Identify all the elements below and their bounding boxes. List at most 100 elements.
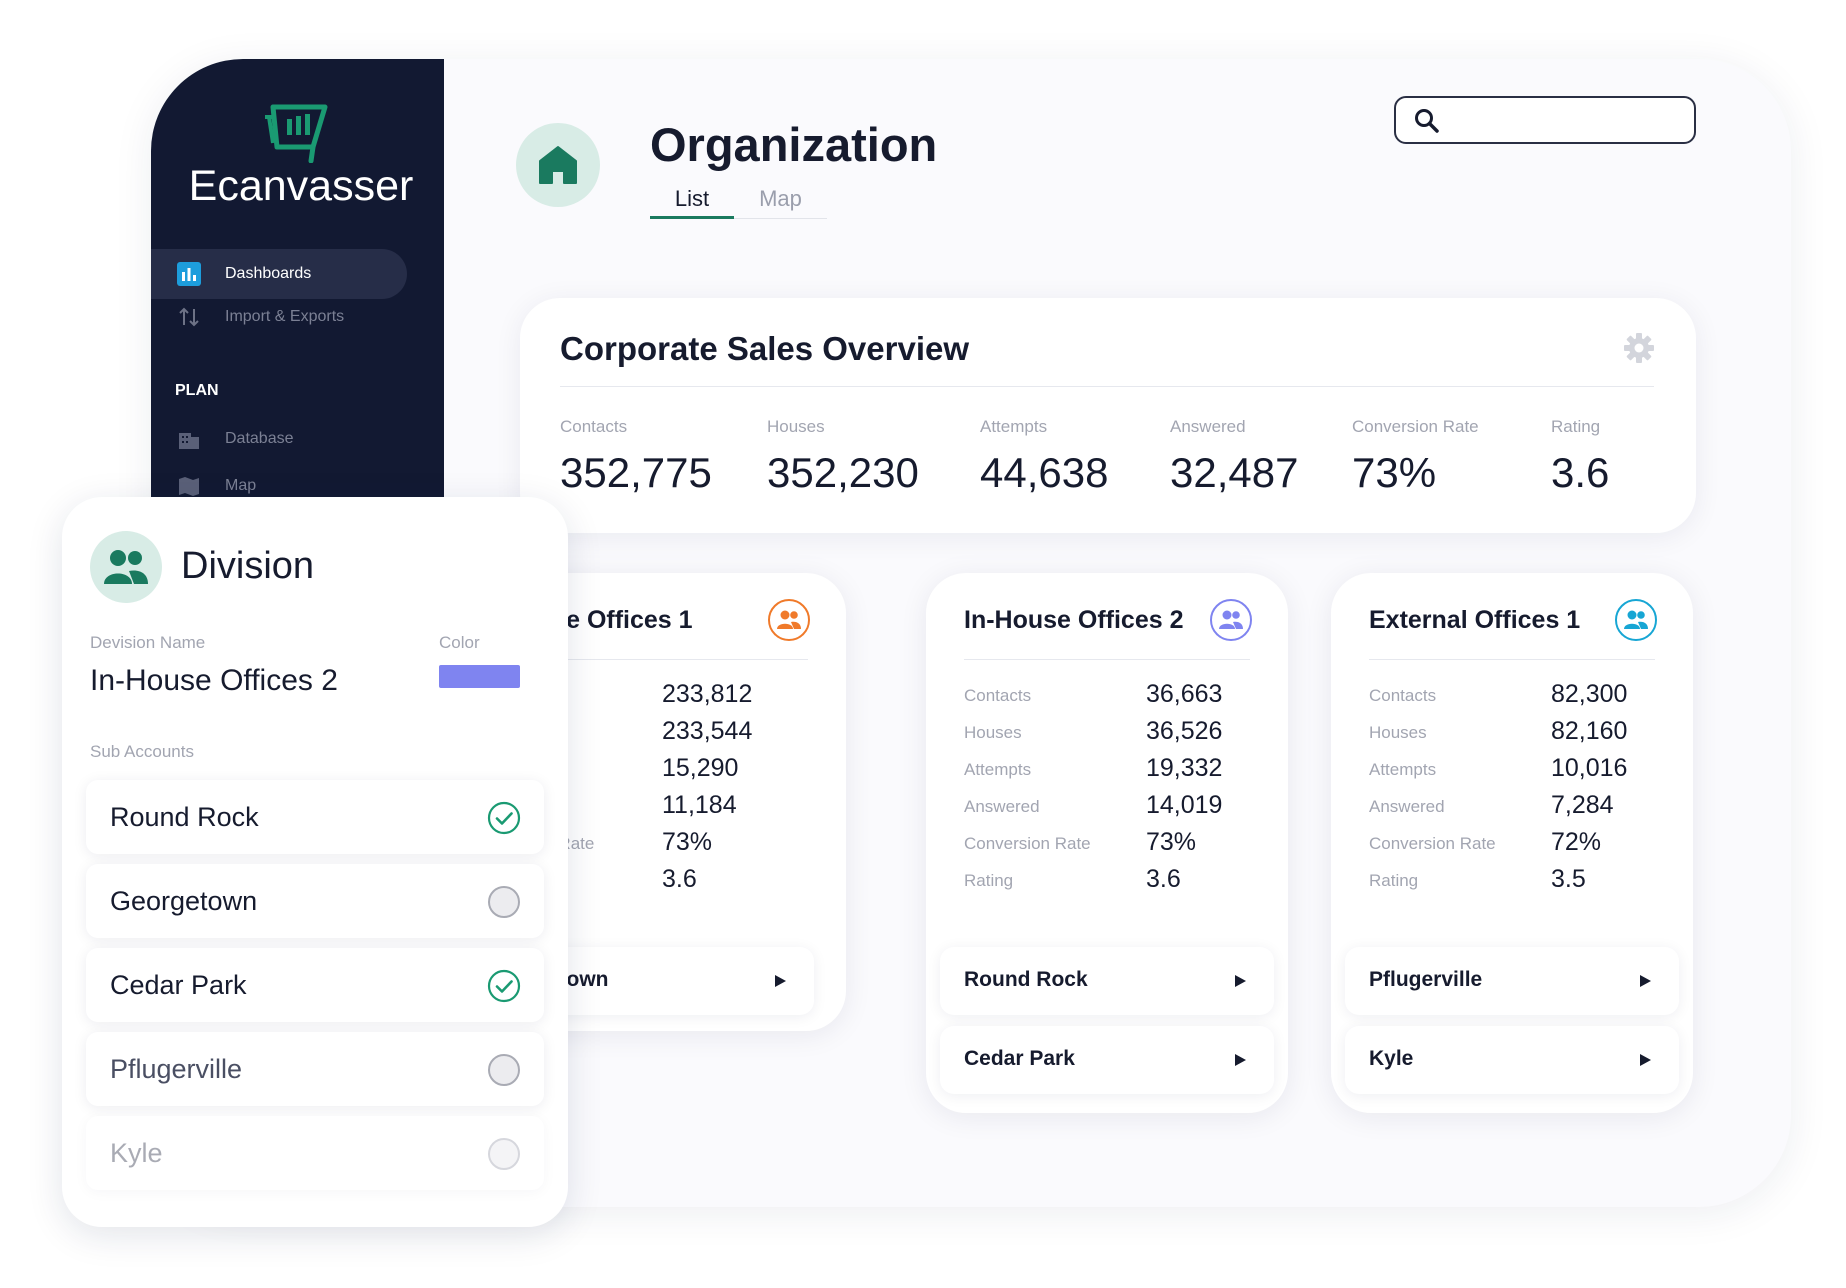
sub-accounts-label: Sub Accounts (90, 742, 194, 761)
check-circle-icon[interactable] (487, 801, 521, 835)
metric-label: Attempts (1369, 760, 1437, 779)
metric-value: 72% (1551, 828, 1602, 856)
sub-account-label: Cedar Park (964, 1047, 1075, 1070)
metric-value: 3.6 (1146, 865, 1181, 893)
account-label: Georgetown (110, 886, 258, 916)
sub-account-row-cedar-park[interactable]: Cedar Park (940, 1026, 1274, 1094)
metric-label: Houses (964, 723, 1022, 742)
sidebar-item-label: Database (225, 430, 294, 447)
play-arrow-icon (1640, 975, 1651, 987)
division-name-label: Devision Name (90, 633, 206, 652)
sidebar-item-label: Map (225, 477, 257, 494)
metric-value: 14,019 (1146, 791, 1223, 819)
search-box[interactable] (1394, 96, 1696, 144)
office-card-in-house-2: In-House Offices 2 Contacts 36,663 House… (926, 573, 1288, 1113)
search-icon (1415, 109, 1439, 133)
metric-value: 15,290 (662, 754, 739, 782)
sidebar-item-import-exports[interactable]: Import & Exports (151, 292, 407, 342)
metric-value: 3.6 (662, 865, 697, 893)
stat-houses: Houses 352,230 (767, 417, 919, 497)
metric-value: 36,526 (1146, 717, 1223, 745)
stat-label: Answered (1170, 417, 1246, 436)
account-label: Round Rock (110, 802, 259, 832)
sidebar-section-plan: PLAN (175, 382, 219, 399)
stat-value: 352,775 (560, 449, 712, 496)
stat-label: Houses (767, 417, 825, 436)
division-avatar (90, 531, 162, 603)
search-input[interactable] (1452, 104, 1682, 136)
metric-value: 233,812 (662, 680, 753, 708)
account-row-cedar-park[interactable]: Cedar Park (86, 948, 544, 1022)
empty-circle-icon[interactable] (487, 885, 521, 919)
metric-label: Answered (964, 797, 1040, 816)
team-icon (1210, 599, 1252, 641)
empty-circle-icon[interactable] (487, 1053, 521, 1087)
sub-account-row-kyle[interactable]: Kyle (1345, 1026, 1679, 1094)
logo-icon (265, 104, 328, 163)
account-row-round-rock[interactable]: Round Rock (86, 780, 544, 854)
gear-icon[interactable] (1623, 332, 1655, 364)
sub-account-label: Kyle (1369, 1047, 1414, 1070)
metric-label: Answered (1369, 797, 1445, 816)
organization-avatar (516, 123, 600, 207)
account-label: Cedar Park (110, 970, 247, 1000)
play-arrow-icon (1640, 1054, 1651, 1066)
metric-label: Rating (964, 871, 1014, 890)
stat-label: Contacts (560, 417, 628, 436)
divider (1369, 659, 1655, 660)
tab-map[interactable]: Map (734, 183, 827, 219)
stat-value: 352,230 (767, 449, 919, 496)
account-row-pflugerville[interactable]: Pflugerville (86, 1032, 544, 1106)
metric-label: Conversion Rate (964, 834, 1091, 853)
empty-circle-icon[interactable] (487, 1137, 521, 1171)
account-row-kyle[interactable]: Kyle (86, 1116, 544, 1190)
metric-value: 73% (662, 828, 713, 856)
metric-value: 82,300 (1551, 680, 1628, 708)
check-circle-icon[interactable] (487, 969, 521, 1003)
stat-rating: Rating 3.6 (1551, 417, 1609, 497)
metric-value: 233,544 (662, 717, 753, 745)
metric-label: Contacts (964, 686, 1032, 705)
metric-value: 82,160 (1551, 717, 1628, 745)
metric-label: Houses (1369, 723, 1427, 742)
play-arrow-icon (775, 975, 786, 987)
office-title: External Offices 1 (1369, 606, 1581, 634)
stat-conversion-rate: Conversion Rate 73% (1352, 417, 1479, 497)
metric-label: Conversion Rate (1369, 834, 1496, 853)
stat-value: 73% (1352, 449, 1437, 496)
sub-account-row-pflugerville[interactable]: Pflugerville (1345, 947, 1679, 1015)
metric-value: 36,663 (1146, 680, 1223, 708)
sub-account-row-round-rock[interactable]: Round Rock (940, 947, 1274, 1015)
sidebar-item-database[interactable]: Database (151, 414, 407, 464)
building-icon (177, 427, 201, 451)
color-label: Color (439, 633, 480, 652)
tab-list[interactable]: List (650, 183, 734, 219)
overview-title: Corporate Sales Overview (560, 330, 970, 367)
color-swatch[interactable] (439, 665, 520, 688)
account-row-georgetown[interactable]: Georgetown (86, 864, 544, 938)
metric-label: Attempts (964, 760, 1032, 779)
office-title: In-House Offices 2 (964, 606, 1184, 634)
map-icon (177, 474, 201, 498)
play-arrow-icon (1235, 1054, 1246, 1066)
sidebar-item-label: Dashboards (225, 265, 312, 282)
divider (964, 659, 1250, 660)
stat-label: Attempts (980, 417, 1048, 436)
metric-value: 19,332 (1146, 754, 1223, 782)
team-icon (1615, 599, 1657, 641)
stat-label: Conversion Rate (1352, 417, 1479, 436)
metric-value: 11,184 (662, 791, 737, 819)
home-icon (539, 146, 577, 184)
division-name-value[interactable]: In-House Offices 2 (90, 664, 338, 698)
page-title: Organization (650, 118, 938, 171)
sub-account-label: Pflugerville (1369, 968, 1483, 991)
stat-value: 3.6 (1551, 449, 1610, 496)
metric-value: 73% (1146, 828, 1197, 856)
stat-value: 44,638 (980, 449, 1109, 496)
corporate-sales-overview-card: Corporate Sales Overview Contacts 352,77… (520, 298, 1696, 533)
account-label: Pflugerville (110, 1054, 243, 1084)
sub-account-label: Round Rock (964, 968, 1088, 991)
metric-label: Rating (1369, 871, 1419, 890)
stat-label: Rating (1551, 417, 1601, 436)
metric-value: 3.5 (1551, 865, 1586, 893)
